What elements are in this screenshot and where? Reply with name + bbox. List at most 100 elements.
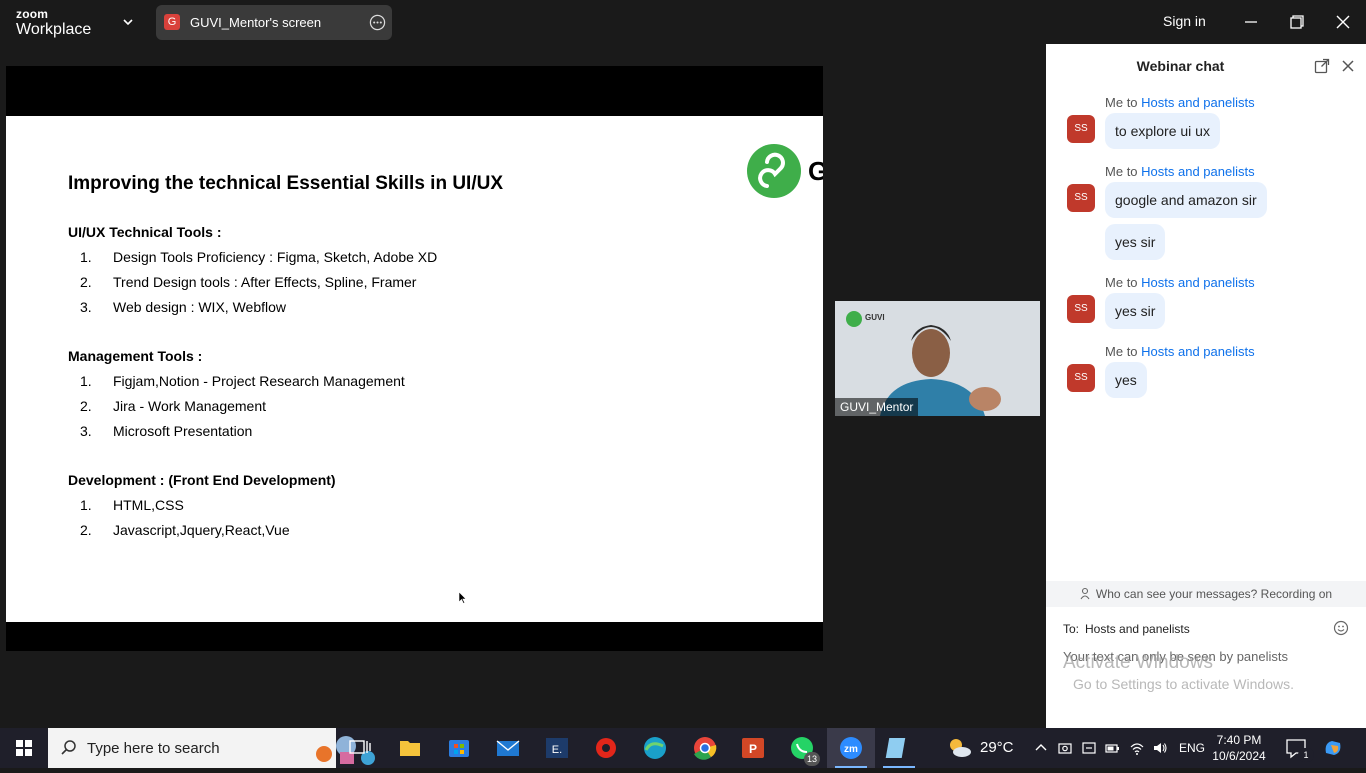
whatsapp-app[interactable]: 13 — [778, 728, 826, 768]
emoji-icon[interactable] — [1333, 620, 1349, 636]
recipient-select[interactable]: Hosts and panelists — [1085, 622, 1190, 636]
message-sender: Me — [1105, 275, 1124, 290]
task-view-icon[interactable] — [336, 728, 384, 768]
list-number: 2. — [80, 398, 92, 414]
edge-browser-icon[interactable] — [631, 728, 679, 768]
microsoft-store-icon[interactable] — [435, 728, 483, 768]
terminal-app-icon[interactable]: E. — [533, 728, 581, 768]
participant-video[interactable]: GUVI GUVI_Mentor — [835, 301, 1040, 416]
list-text: Microsoft Presentation — [113, 423, 253, 439]
message-sender: Me — [1105, 95, 1124, 110]
list-item: 3. Web design : WIX, Webflow — [6, 299, 823, 317]
restore-icon[interactable] — [1285, 10, 1309, 34]
whatsapp-unread-badge: 13 — [804, 752, 820, 766]
message-meta: Me to Hosts and panelists — [1105, 344, 1255, 359]
sign-in-button[interactable]: Sign in — [1163, 13, 1206, 29]
chat-bubble[interactable]: to explore ui ux — [1105, 113, 1220, 149]
camera-tray-icon[interactable] — [1057, 740, 1073, 756]
message-sep: to — [1126, 344, 1138, 359]
meeting-stage: Improving the technical Essential Skills… — [0, 44, 1046, 728]
powerpoint-icon[interactable]: P — [729, 728, 777, 768]
copilot-icon[interactable] — [1322, 737, 1344, 759]
message-recipient[interactable]: Hosts and panelists — [1141, 95, 1254, 110]
svg-text:E.: E. — [552, 744, 562, 756]
guvi-logo-letter: G — [808, 156, 823, 186]
close-chat-icon[interactable] — [1340, 58, 1356, 74]
people-icon — [1080, 587, 1090, 600]
brand-zoom: zoom — [16, 7, 49, 21]
list-text: Javascript,Jquery,React,Vue — [113, 522, 290, 538]
volume-icon[interactable] — [1152, 740, 1168, 756]
windows-start-icon[interactable] — [0, 728, 48, 768]
file-explorer-icon[interactable] — [386, 728, 434, 768]
list-text: Figjam,Notion - Project Research Managem… — [113, 373, 405, 389]
svg-text:zm: zm — [844, 744, 858, 755]
message-recipient[interactable]: Hosts and panelists — [1141, 344, 1254, 359]
share-source-badge: G — [164, 14, 180, 30]
weather-temperature[interactable]: 29°C — [980, 739, 1014, 756]
clock-date: 10/6/2024 — [1212, 749, 1266, 763]
chevron-down-icon[interactable] — [120, 14, 136, 30]
chat-bubble[interactable]: google and amazon sir — [1105, 182, 1267, 218]
list-text: Trend Design tools : After Effects, Spli… — [113, 274, 417, 290]
search-placeholder: Type here to search — [87, 740, 220, 757]
message-sender: Me — [1105, 164, 1124, 179]
weather-icon[interactable] — [945, 736, 973, 760]
avatar: SS — [1067, 115, 1095, 143]
system-clock[interactable]: 7:40 PM 10/6/2024 — [1211, 732, 1267, 764]
minimize-icon[interactable] — [1239, 10, 1263, 34]
list-item: 3. Microsoft Presentation — [6, 423, 823, 441]
message-sender: Me — [1105, 344, 1124, 359]
chat-title-text: Webinar chat — [1136, 58, 1225, 74]
slide-title: Improving the technical Essential Skills… — [68, 173, 504, 194]
message-sep: to — [1126, 95, 1138, 110]
clock-time: 7:40 PM — [1216, 733, 1262, 747]
list-item: 1. Figjam,Notion - Project Research Manag… — [6, 373, 823, 391]
message-recipient[interactable]: Hosts and panelists — [1141, 164, 1254, 179]
screen-recorder-icon[interactable] — [582, 728, 630, 768]
message-meta: Me to Hosts and panelists — [1105, 95, 1255, 110]
avatar: SS — [1067, 364, 1095, 392]
mail-icon[interactable] — [484, 728, 532, 768]
chat-title: Webinar chat — [1046, 58, 1314, 74]
notification-center[interactable]: 1 — [1276, 728, 1316, 768]
list-text: HTML,CSS — [113, 497, 184, 513]
input-language[interactable]: ENG — [1179, 741, 1205, 755]
chrome-browser-icon[interactable] — [681, 728, 729, 768]
taskbar-search-box[interactable]: Type here to search — [48, 728, 375, 768]
chat-bubble[interactable]: yes sir — [1105, 293, 1166, 329]
message-meta: Me to Hosts and panelists — [1105, 275, 1255, 290]
zoom-app[interactable]: zm — [827, 728, 875, 768]
shared-screen-tab[interactable]: G GUVI_Mentor's screen — [156, 5, 392, 40]
message-recipient[interactable]: Hosts and panelists — [1141, 275, 1254, 290]
avatar: SS — [1067, 295, 1095, 323]
wifi-icon[interactable] — [1129, 740, 1145, 756]
chat-bubble[interactable]: yes sir — [1105, 224, 1166, 260]
brand-workplace: Workplace — [16, 21, 92, 38]
pinned-app[interactable] — [875, 728, 923, 768]
list-item: 1. HTML,CSS — [6, 497, 823, 515]
popout-icon[interactable] — [1314, 58, 1330, 74]
list-number: 1. — [80, 373, 92, 389]
chevron-up-icon[interactable] — [1033, 740, 1049, 756]
chat-bubble[interactable]: yes — [1105, 362, 1147, 398]
to-label: To: — [1063, 622, 1080, 636]
zoom-title-bar: zoom Workplace G GUVI_Mentor's screen Si… — [0, 0, 1366, 44]
shared-screen-label: GUVI_Mentor's screen — [190, 15, 322, 30]
shared-screen-view[interactable]: Improving the technical Essential Skills… — [6, 66, 823, 651]
list-number: 1. — [80, 497, 92, 513]
chat-message-input[interactable]: Your text can only be seen by panelists — [1063, 649, 1288, 664]
list-number: 2. — [80, 522, 92, 538]
meet-now-icon[interactable] — [1081, 740, 1097, 756]
zoom-workplace-logo[interactable]: zoom Workplace — [16, 8, 91, 38]
notepad-icon — [885, 738, 906, 758]
battery-icon[interactable] — [1104, 740, 1120, 756]
privacy-text: Who can see your messages? Recording on — [1095, 587, 1333, 601]
more-options-icon[interactable] — [369, 14, 386, 31]
participant-name-tag: GUVI_Mentor — [835, 398, 919, 416]
section-heading-technical: UI/UX Technical Tools : — [68, 224, 222, 240]
close-icon[interactable] — [1331, 10, 1355, 34]
list-number: 2. — [80, 274, 92, 290]
message-meta: Me to Hosts and panelists — [1105, 164, 1255, 179]
chat-privacy-notice[interactable]: Who can see your messages? Recording on — [1046, 581, 1366, 607]
